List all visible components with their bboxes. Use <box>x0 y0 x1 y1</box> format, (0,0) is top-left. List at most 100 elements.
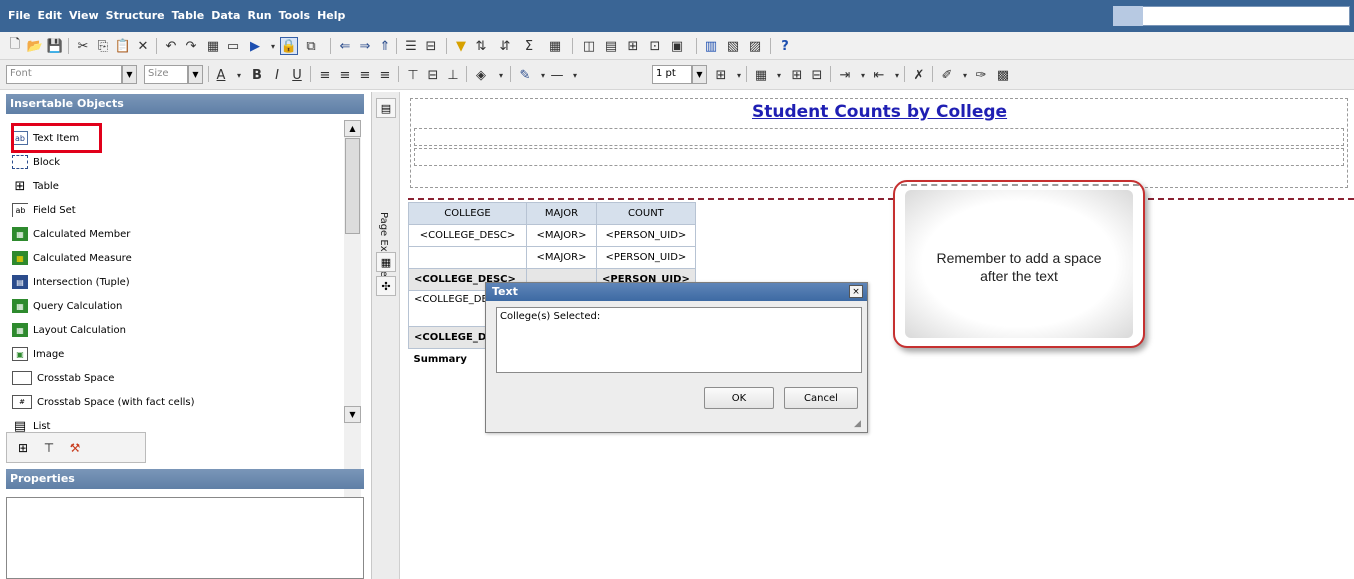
list-item-field-set[interactable]: ab Field Set <box>12 200 76 220</box>
font-color-dropdown-icon[interactable]: ▾ <box>230 66 248 84</box>
condition-explorer-icon[interactable]: ✣ <box>376 276 396 296</box>
pivot-icon[interactable]: ◫ <box>580 37 598 55</box>
menu-tools[interactable]: Tools <box>279 9 310 22</box>
group-icon[interactable]: ☰ <box>402 37 420 55</box>
crosstab-header-count[interactable]: COUNT <box>596 202 696 225</box>
header-block-row[interactable] <box>414 128 1344 146</box>
menu-run[interactable]: Run <box>247 9 271 22</box>
crosstab-cell[interactable]: <COLLEGE_DESC> <box>408 224 527 247</box>
italic-button[interactable]: I <box>268 66 286 84</box>
arrow-right-icon[interactable]: ⇒ <box>356 37 374 55</box>
font-select[interactable]: Font <box>6 65 122 84</box>
underline-button[interactable]: U <box>288 66 306 84</box>
resize-grip-icon[interactable]: ◢ <box>854 419 866 431</box>
page-icon[interactable]: ▣ <box>668 37 686 55</box>
query-explorer-icon[interactable]: ▦ <box>376 252 396 272</box>
border-icon[interactable]: ⊞ <box>712 66 730 84</box>
line-style-dropdown-icon[interactable]: ▾ <box>566 66 584 84</box>
list-item-query-calculation[interactable]: ▦ Query Calculation <box>12 296 122 316</box>
line-width-select[interactable]: 1 pt <box>652 65 692 84</box>
align-top-icon[interactable]: ⊤ <box>404 66 422 84</box>
cut-icon[interactable]: ✂ <box>74 37 92 55</box>
section-icon[interactable]: ⊟ <box>422 37 440 55</box>
text-input[interactable]: College(s) Selected: <box>496 307 862 373</box>
table-grid-dropdown-icon[interactable]: ▾ <box>770 66 788 84</box>
line-style-icon[interactable]: — <box>548 66 566 84</box>
report-title[interactable]: Student Counts by College <box>752 102 1007 122</box>
paste-icon[interactable]: 📋 <box>114 37 132 55</box>
redo-icon[interactable]: ↷ <box>182 37 200 55</box>
crosstab-header-college[interactable]: COLLEGE <box>408 202 527 225</box>
view-options-icon[interactable]: ⧉ <box>302 37 320 55</box>
merge-cells-icon[interactable]: ⊞ <box>788 66 806 84</box>
close-icon[interactable]: × <box>849 285 863 298</box>
apply-style-icon[interactable]: ✑ <box>972 66 990 84</box>
line-color-icon[interactable]: ✎ <box>516 66 534 84</box>
arrow-left-icon[interactable]: ⇐ <box>336 37 354 55</box>
line-width-dropdown-icon[interactable]: ▼ <box>692 65 707 84</box>
size-dropdown-icon[interactable]: ▼ <box>188 65 203 84</box>
objects-scrollbar[interactable]: ▲ ▼ <box>344 120 361 520</box>
insert-table-icon[interactable]: ⊡ <box>646 37 664 55</box>
new-icon[interactable]: 🗋 <box>6 37 24 55</box>
menu-table[interactable]: Table <box>172 9 205 22</box>
source-tab-icon[interactable]: ⊞ <box>13 439 33 457</box>
lock-icon[interactable]: 🔒 <box>280 37 298 55</box>
chart-type-icon[interactable]: ▦ <box>546 37 564 55</box>
drill-icon[interactable]: ▨ <box>746 37 764 55</box>
bold-button[interactable]: B <box>248 66 266 84</box>
toolbox-tab-icon[interactable]: ⚒ <box>65 439 85 457</box>
run-icon[interactable]: ▶ <box>246 37 264 55</box>
align-bottom-icon[interactable]: ⊥ <box>444 66 462 84</box>
crosstab-cell[interactable]: <MAJOR> <box>526 224 597 247</box>
font-dropdown-icon[interactable]: ▼ <box>122 65 137 84</box>
cancel-button[interactable]: Cancel <box>784 387 858 409</box>
dialog-title[interactable]: Text <box>486 283 867 301</box>
menu-structure[interactable]: Structure <box>106 9 165 22</box>
help-icon[interactable]: ? <box>776 37 794 55</box>
font-color-icon[interactable]: A <box>212 66 230 84</box>
align-right-icon[interactable]: ≡ <box>356 66 374 84</box>
sort-icon[interactable]: ⇅ <box>472 37 490 55</box>
menu-view[interactable]: View <box>69 9 99 22</box>
pick-style-icon[interactable]: ✐ <box>938 66 956 84</box>
query-explorer-icon[interactable]: ▦ <box>204 37 222 55</box>
open-icon[interactable]: 📂 <box>26 37 44 55</box>
summary-icon[interactable]: Σ <box>520 37 538 55</box>
list-item-block[interactable]: Block <box>12 152 60 172</box>
scroll-down-icon[interactable]: ▼ <box>344 406 361 423</box>
arrow-up-icon[interactable]: ⇑ <box>376 37 394 55</box>
properties-icon[interactable]: ▧ <box>724 37 742 55</box>
save-icon[interactable]: 💾 <box>46 37 64 55</box>
background-color-dropdown-icon[interactable]: ▾ <box>492 66 510 84</box>
list-item-layout-calculation[interactable]: ▦ Layout Calculation <box>12 320 126 340</box>
table-grid-icon[interactable]: ▦ <box>752 66 770 84</box>
background-color-icon[interactable]: ◈ <box>472 66 490 84</box>
list-item-intersection[interactable]: ▤ Intersection (Tuple) <box>12 272 130 292</box>
crosstab-header-major[interactable]: MAJOR <box>526 202 597 225</box>
clear-format-icon[interactable]: ✗ <box>910 66 928 84</box>
split-cells-icon[interactable]: ⊟ <box>808 66 826 84</box>
search-input[interactable] <box>1113 6 1350 26</box>
align-left-icon[interactable]: ≡ <box>316 66 334 84</box>
list-item-image[interactable]: ▣ Image <box>12 344 64 364</box>
justify-icon[interactable]: ≡ <box>376 66 394 84</box>
copy-icon[interactable]: ⎘ <box>94 37 112 55</box>
menu-edit[interactable]: Edit <box>38 9 62 22</box>
crosstab-icon[interactable]: ▤ <box>602 37 620 55</box>
menu-file[interactable]: File <box>8 9 31 22</box>
menu-data[interactable]: Data <box>211 9 240 22</box>
align-middle-icon[interactable]: ⊟ <box>424 66 442 84</box>
indent-icon[interactable]: ⇥ <box>836 66 854 84</box>
header-block-row[interactable] <box>414 148 1344 166</box>
sort-desc-icon[interactable]: ⇵ <box>496 37 514 55</box>
menu-help[interactable]: Help <box>317 9 345 22</box>
scroll-thumb[interactable] <box>345 138 360 234</box>
scroll-up-icon[interactable]: ▲ <box>344 120 361 137</box>
crosstab-cell[interactable]: <PERSON_UID> <box>596 224 696 247</box>
crosstab-cell[interactable]: <PERSON_UID> <box>596 246 696 269</box>
list-item-calculated-member[interactable]: ▦ Calculated Member <box>12 224 130 244</box>
list-item-crosstab-space[interactable]: Crosstab Space <box>12 368 114 388</box>
data-items-tab-icon[interactable]: ⊤ <box>39 439 59 457</box>
align-center-icon[interactable]: ≡ <box>336 66 354 84</box>
